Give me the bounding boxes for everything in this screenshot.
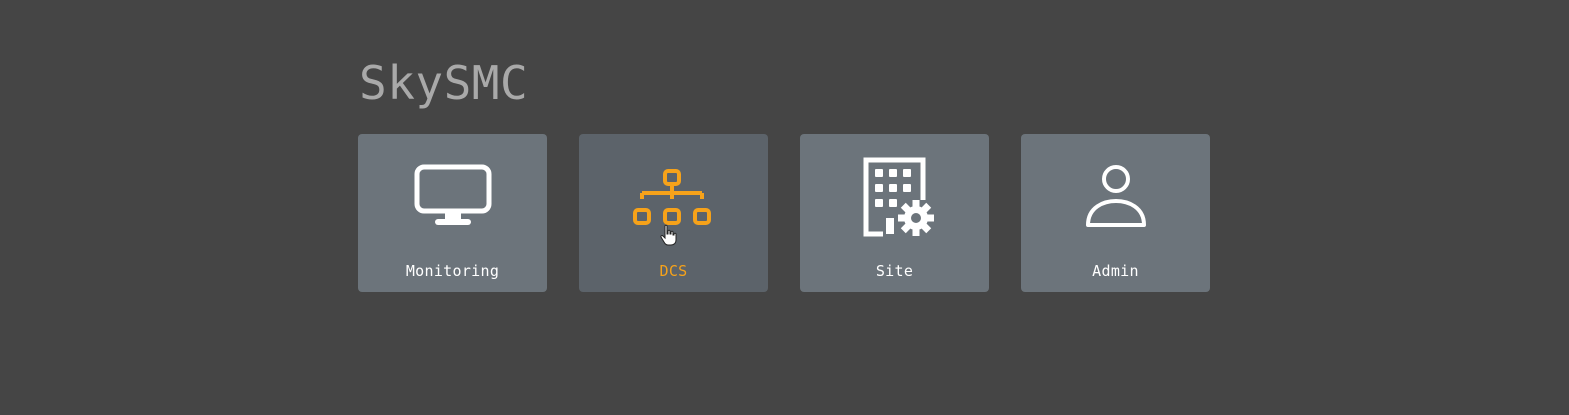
- tile-monitoring[interactable]: Monitoring: [358, 134, 547, 292]
- tile-label: Monitoring: [405, 262, 500, 280]
- building-gear-icon: [800, 156, 989, 240]
- app-title: SkySMC: [359, 56, 529, 110]
- tile-dcs[interactable]: DCS: [579, 134, 768, 292]
- tile-label: Site: [875, 262, 914, 280]
- user-icon: [1021, 156, 1210, 240]
- tile-menu: Monitoring DCS Site Admin: [358, 134, 1210, 292]
- network-hierarchy-icon: [579, 156, 768, 240]
- monitor-icon: [358, 156, 547, 240]
- tile-admin[interactable]: Admin: [1021, 134, 1210, 292]
- tile-label: Admin: [1092, 262, 1139, 280]
- tile-site[interactable]: Site: [800, 134, 989, 292]
- tile-label: DCS: [659, 262, 688, 280]
